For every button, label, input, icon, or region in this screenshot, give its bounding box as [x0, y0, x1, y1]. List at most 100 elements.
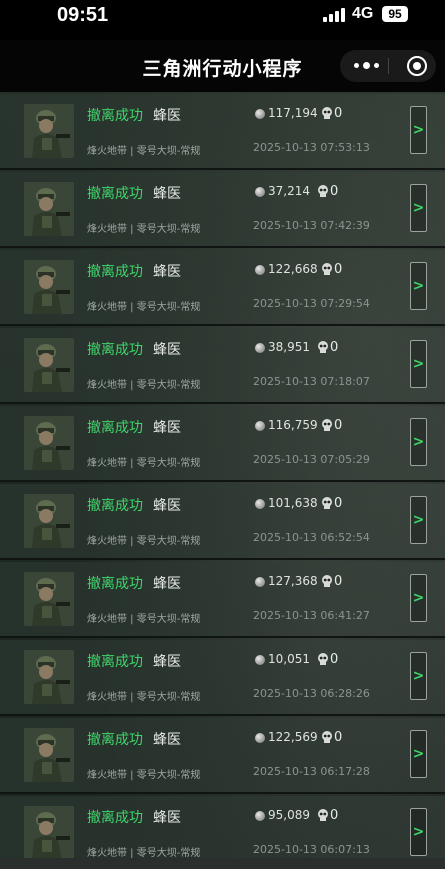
kill-count: 0 — [334, 262, 343, 277]
network-type: 4G — [352, 5, 374, 22]
extraction-value: 127,368 — [268, 574, 318, 588]
extraction-result: 撤离成功 — [87, 108, 143, 124]
operator-avatar — [24, 650, 74, 704]
match-time: 2025-10-13 06:52:54 — [253, 531, 370, 544]
coin-icon — [255, 733, 265, 743]
miniprogram-capsule — [340, 50, 436, 82]
map-mode: 烽火地带 | 零号大坝-常规 — [87, 224, 201, 235]
extraction-result: 撤离成功 — [87, 498, 143, 514]
detail-button[interactable]: > — [410, 652, 427, 700]
operator-name: 蜂医 — [153, 108, 181, 124]
operator-avatar — [24, 338, 74, 392]
operator-avatar — [24, 104, 74, 158]
map-mode: 烽火地带 | 零号大坝-常规 — [87, 848, 201, 859]
coin-icon — [255, 109, 265, 119]
extraction-value: 10,051 — [268, 652, 310, 666]
detail-button[interactable]: > — [410, 418, 427, 466]
skull-icon — [318, 339, 328, 353]
battery-icon: 95 — [382, 6, 408, 22]
kill-count: 0 — [330, 184, 339, 199]
nav-bar: 三角洲行动小程序 — [0, 40, 445, 92]
map-mode: 烽火地带 | 零号大坝-常规 — [87, 692, 201, 703]
operator-name: 蜂医 — [153, 420, 181, 436]
map-mode: 烽火地带 | 零号大坝-常规 — [87, 380, 201, 391]
operator-avatar — [24, 806, 74, 860]
more-options-icon[interactable] — [354, 62, 380, 70]
coin-icon — [255, 499, 265, 509]
map-mode: 烽火地带 | 零号大坝-常规 — [87, 302, 201, 313]
map-mode: 烽火地带 | 零号大坝-常规 — [87, 770, 201, 781]
operator-name: 蜂医 — [153, 654, 181, 670]
map-mode: 烽火地带 | 零号大坝-常规 — [87, 536, 201, 547]
extraction-value: 116,759 — [268, 418, 318, 432]
match-record-item[interactable]: 撤离成功 蜂医 烽火地带 | 零号大坝-常规 38,951 0 2025-10-… — [0, 328, 445, 404]
operator-name: 蜂医 — [153, 732, 181, 748]
detail-button[interactable]: > — [410, 340, 427, 388]
match-time: 2025-10-13 06:17:28 — [253, 765, 370, 778]
extraction-result: 撤离成功 — [87, 342, 143, 358]
status-time: 09:51 — [57, 4, 109, 26]
operator-avatar — [24, 494, 74, 548]
detail-button[interactable]: > — [410, 184, 427, 232]
extraction-result: 撤离成功 — [87, 810, 143, 826]
match-time: 2025-10-13 07:53:13 — [253, 141, 370, 154]
kill-count: 0 — [334, 574, 343, 589]
operator-name: 蜂医 — [153, 810, 181, 826]
match-record-item[interactable]: 撤离成功 蜂医 烽火地带 | 零号大坝-常规 116,759 0 2025-10… — [0, 406, 445, 482]
match-time: 2025-10-13 06:07:13 — [253, 843, 370, 856]
skull-icon — [322, 729, 332, 743]
extraction-result: 撤离成功 — [87, 264, 143, 280]
map-mode: 烽火地带 | 零号大坝-常规 — [87, 146, 201, 157]
extraction-value: 117,194 — [268, 106, 318, 120]
close-miniprogram-icon[interactable] — [407, 56, 427, 76]
kill-count: 0 — [334, 106, 343, 121]
operator-name: 蜂医 — [153, 264, 181, 280]
capsule-divider — [388, 58, 389, 74]
match-time: 2025-10-13 07:29:54 — [253, 297, 370, 310]
operator-name: 蜂医 — [153, 498, 181, 514]
coin-icon — [255, 577, 265, 587]
map-mode: 烽火地带 | 零号大坝-常规 — [87, 614, 201, 625]
match-time: 2025-10-13 07:42:39 — [253, 219, 370, 232]
match-time: 2025-10-13 07:05:29 — [253, 453, 370, 466]
extraction-value: 122,569 — [268, 730, 318, 744]
coin-icon — [255, 811, 265, 821]
signal-icon — [323, 8, 345, 22]
coin-icon — [255, 265, 265, 275]
extraction-result: 撤离成功 — [87, 576, 143, 592]
status-bar: 09:51 4G 95 — [0, 0, 445, 40]
detail-button[interactable]: > — [410, 106, 427, 154]
match-record-list[interactable]: 撤离成功 蜂医 烽火地带 | 零号大坝-常规 117,194 0 2025-10… — [0, 92, 445, 869]
skull-icon — [322, 495, 332, 509]
extraction-value: 38,951 — [268, 340, 310, 354]
match-record-item[interactable]: 撤离成功 蜂医 烽火地带 | 零号大坝-常规 10,051 0 2025-10-… — [0, 640, 445, 716]
skull-icon — [322, 105, 332, 119]
detail-button[interactable]: > — [410, 808, 427, 856]
kill-count: 0 — [334, 418, 343, 433]
match-record-item[interactable]: 撤离成功 蜂医 烽火地带 | 零号大坝-常规 101,638 0 2025-10… — [0, 484, 445, 560]
skull-icon — [318, 183, 328, 197]
operator-name: 蜂医 — [153, 342, 181, 358]
operator-avatar — [24, 728, 74, 782]
kill-count: 0 — [334, 730, 343, 745]
match-record-item[interactable]: 撤离成功 蜂医 烽火地带 | 零号大坝-常规 37,214 0 2025-10-… — [0, 172, 445, 248]
coin-icon — [255, 187, 265, 197]
operator-avatar — [24, 416, 74, 470]
skull-icon — [318, 651, 328, 665]
skull-icon — [322, 573, 332, 587]
detail-button[interactable]: > — [410, 262, 427, 310]
detail-button[interactable]: > — [410, 730, 427, 778]
match-time: 2025-10-13 06:28:26 — [253, 687, 370, 700]
match-record-item[interactable]: 撤离成功 蜂医 烽火地带 | 零号大坝-常规 122,668 0 2025-10… — [0, 250, 445, 326]
match-record-item[interactable]: 撤离成功 蜂医 烽火地带 | 零号大坝-常规 127,368 0 2025-10… — [0, 562, 445, 638]
operator-avatar — [24, 260, 74, 314]
coin-icon — [255, 655, 265, 665]
coin-icon — [255, 421, 265, 431]
detail-button[interactable]: > — [410, 496, 427, 544]
detail-button[interactable]: > — [410, 574, 427, 622]
bottom-edge — [0, 858, 445, 869]
match-record-item[interactable]: 撤离成功 蜂医 烽火地带 | 零号大坝-常规 117,194 0 2025-10… — [0, 94, 445, 170]
kill-count: 0 — [330, 652, 339, 667]
match-record-item[interactable]: 撤离成功 蜂医 烽火地带 | 零号大坝-常规 122,569 0 2025-10… — [0, 718, 445, 794]
extraction-result: 撤离成功 — [87, 732, 143, 748]
